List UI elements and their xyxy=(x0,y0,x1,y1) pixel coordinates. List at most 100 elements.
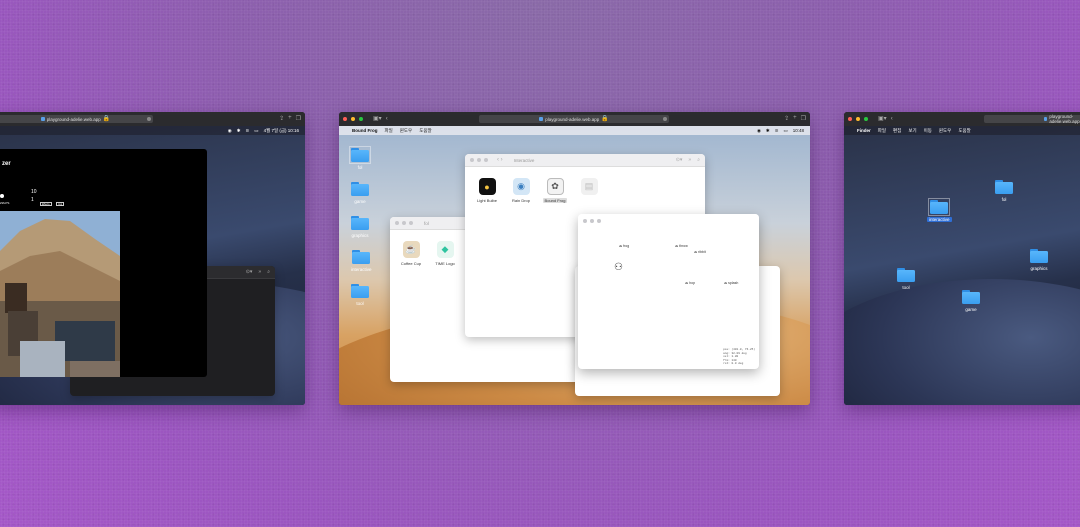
folder-icon xyxy=(897,268,915,282)
app-bound-frog[interactable]: ✿ Bound Frog xyxy=(540,178,570,203)
desktop-folder-game[interactable]: game xyxy=(351,182,369,204)
menu-edit[interactable]: 편집 xyxy=(893,128,901,134)
reload-icon[interactable] xyxy=(147,117,151,121)
app-unnamed[interactable]: ▤ xyxy=(574,178,604,195)
menu-view[interactable]: 보기 xyxy=(908,128,916,134)
desktop-folder-fol[interactable]: fol xyxy=(349,146,371,170)
new-tab-icon[interactable]: + xyxy=(793,115,797,122)
menu-window[interactable]: 윈도우 xyxy=(939,128,951,134)
address-bar[interactable]: playground-adelie.web.app 🔒 xyxy=(0,115,153,123)
desktop-folder-graphics[interactable]: graphics xyxy=(1030,249,1048,271)
app-coffee-cup[interactable]: ☕ Coffee Cup xyxy=(396,241,426,266)
display-icon[interactable]: ▭ xyxy=(254,128,258,134)
reload-icon[interactable] xyxy=(663,117,667,121)
menu-go[interactable]: 이동 xyxy=(924,128,932,134)
bluetooth-icon[interactable]: ✱ xyxy=(237,128,241,134)
browser-window-right[interactable]: ▣▾ ‹ playground-adelie.web.app Finder 파일… xyxy=(844,112,1080,405)
browser-window-center[interactable]: ▣▾ ‹ playground-adelie.web.app 🔒 ⇪ + ❐ B… xyxy=(339,112,810,405)
wifi-icon[interactable]: ≋ xyxy=(246,128,250,134)
view-options-icon[interactable]: ⊙▾ xyxy=(246,269,253,275)
browser-toolbar: ▣▾ ‹ playground-adelie.web.app xyxy=(844,112,1080,126)
menu-bar: ◉ ✱ ≋ ▭ 4월 7일 (금) 10:16 xyxy=(0,126,305,135)
sidebar-icon[interactable]: ▣▾ xyxy=(878,116,887,122)
bound-frog-window[interactable]: ⌓ frog ⌓ throw ⌓ ribbit ⚇ ⌓ hop ⌓ splash pos:… xyxy=(578,214,759,369)
folder-icon xyxy=(351,284,369,298)
sidebar-icon[interactable]: ▣▾ xyxy=(373,116,382,122)
frog-sprite[interactable]: ⌓ splash xyxy=(724,280,738,285)
desktop-folder-interactive[interactable]: interactive xyxy=(927,198,952,222)
frog-sprite[interactable]: ⌓ frog xyxy=(619,243,629,248)
menu-help[interactable]: 도움말 xyxy=(419,128,431,134)
close-button[interactable] xyxy=(470,158,474,162)
desktop-folder-tool[interactable]: tool xyxy=(351,284,369,306)
menu-help[interactable]: 도움말 xyxy=(958,128,970,134)
frog-player[interactable]: ⚇ xyxy=(614,262,623,273)
image-button[interactable]: Img xyxy=(56,202,65,206)
zoom-button[interactable] xyxy=(409,221,413,225)
close-button[interactable] xyxy=(395,221,399,225)
minimize-button[interactable] xyxy=(856,117,860,121)
canvas-titlebar[interactable] xyxy=(578,214,759,227)
desktop-folder-tool[interactable]: tool xyxy=(897,268,915,290)
desktop-folder-game[interactable]: game xyxy=(962,290,980,312)
app-rain-drop[interactable]: ◉ Rain Drop xyxy=(506,178,536,203)
app-menu[interactable]: Finder xyxy=(857,128,871,133)
display-icon[interactable]: ▭ xyxy=(783,128,787,134)
frog-icon: ✿ xyxy=(546,178,564,195)
search-icon[interactable]: ⌕ xyxy=(267,269,270,275)
status-icon[interactable]: ◉ xyxy=(757,128,761,134)
wifi-icon[interactable]: ≋ xyxy=(775,128,779,134)
frog-sprite[interactable]: ⌓ hop xyxy=(685,280,695,285)
zoom-button[interactable] xyxy=(597,218,601,223)
browser-actions: ⇪ + ❐ xyxy=(279,115,301,122)
menu-clock[interactable]: 10:48 xyxy=(793,128,804,134)
visualizer-panel[interactable]: zer ZZLPS 10 1 Effects Img xyxy=(0,149,207,377)
close-button[interactable] xyxy=(343,117,347,121)
address-bar[interactable]: playground-adelie.web.app 🔒 xyxy=(479,115,669,123)
frog-sprite[interactable]: ⌓ ribbit xyxy=(694,249,706,254)
close-button[interactable] xyxy=(583,218,587,223)
new-tab-icon[interactable]: + xyxy=(288,115,292,122)
status-icon[interactable]: ◉ xyxy=(228,128,232,134)
bluetooth-icon[interactable]: ✱ xyxy=(766,128,770,134)
site-favicon-icon xyxy=(40,117,45,121)
zoom-button[interactable] xyxy=(359,117,363,121)
app-time-logo[interactable]: ◆ TIME Logo xyxy=(430,241,460,266)
zoom-button[interactable] xyxy=(864,117,868,121)
slider-knob[interactable] xyxy=(0,194,4,198)
tabs-overview-icon[interactable]: ❐ xyxy=(801,115,806,122)
minimize-button[interactable] xyxy=(590,218,594,223)
app-menu[interactable]: Bound Frog xyxy=(352,128,378,133)
minimize-button[interactable] xyxy=(477,158,481,162)
tabs-overview-icon[interactable]: ❐ xyxy=(296,115,301,122)
view-options-icon[interactable]: ⊙▾ xyxy=(676,157,683,163)
share-icon[interactable]: ⇪ xyxy=(784,115,789,122)
desktop-folder-fol[interactable]: fol xyxy=(995,180,1013,202)
frog-face-icon: ⚇ xyxy=(614,262,623,273)
search-icon[interactable]: ⌕ xyxy=(697,157,700,163)
desktop-folder-graphics[interactable]: graphics xyxy=(351,216,369,238)
forward-icon[interactable]: » xyxy=(258,269,261,275)
frog-sprite[interactable]: ⌓ throw xyxy=(675,243,688,248)
frog-icon: ⌓ xyxy=(619,243,623,248)
menu-clock[interactable]: 4월 7일 (금) 10:16 xyxy=(264,128,299,134)
menu-window[interactable]: 윈도우 xyxy=(400,128,412,134)
address-bar[interactable]: playground-adelie.web.app xyxy=(984,114,1080,124)
finder-titlebar[interactable]: ‹ › Interactive ⊙▾ » ⌕ xyxy=(465,154,705,167)
effects-button[interactable]: Effects xyxy=(40,202,52,206)
zoom-button[interactable] xyxy=(484,158,488,162)
back-icon[interactable]: ‹ xyxy=(386,116,388,122)
share-icon[interactable]: ⇪ xyxy=(279,115,284,122)
minimize-button[interactable] xyxy=(351,117,355,121)
browser-window-left[interactable]: playground-adelie.web.app 🔒 ⇪ + ❐ ◉ ✱ ≋ … xyxy=(0,112,305,405)
minimize-button[interactable] xyxy=(402,221,406,225)
close-button[interactable] xyxy=(848,117,852,121)
forward-icon[interactable]: » xyxy=(688,157,691,163)
back-icon[interactable]: ‹ › xyxy=(497,157,503,163)
menu-file[interactable]: 파일 xyxy=(878,128,886,134)
frog-icon: ⌓ xyxy=(724,280,728,285)
menu-file[interactable]: 파일 xyxy=(385,128,393,134)
back-icon[interactable]: ‹ xyxy=(891,116,893,122)
app-light-bulbe[interactable]: ● Light Bulbe xyxy=(472,178,502,203)
desktop-folder-interactive[interactable]: interactive xyxy=(351,250,372,272)
